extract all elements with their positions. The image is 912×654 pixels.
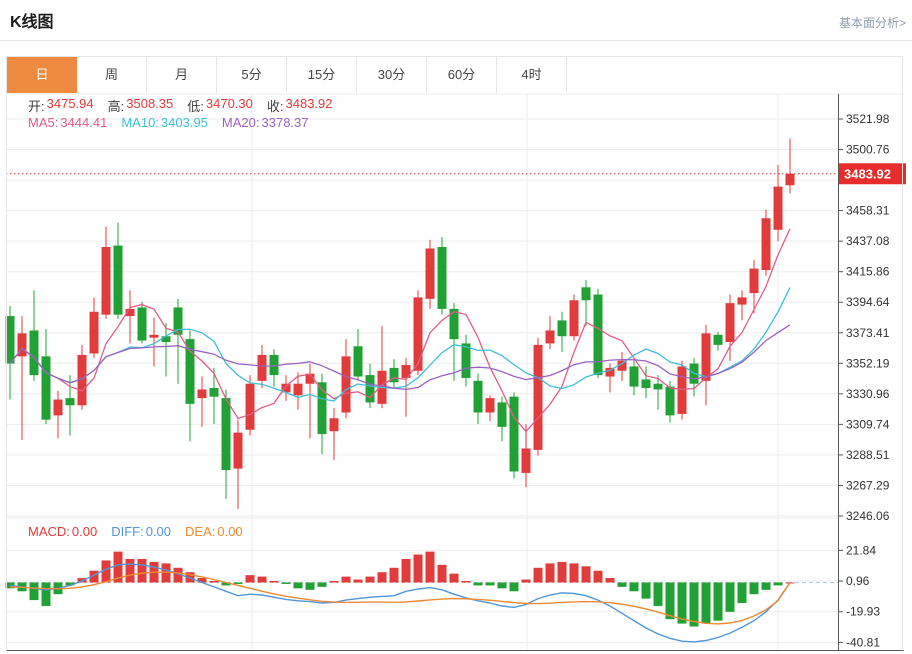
tab-30分[interactable]: 30分	[357, 57, 427, 93]
svg-text:3500.76: 3500.76	[846, 143, 890, 157]
tab-月[interactable]: 月	[147, 57, 217, 93]
svg-text:3309.74: 3309.74	[846, 417, 890, 431]
tab-日[interactable]: 日	[7, 57, 77, 93]
tab-60分[interactable]: 60分	[427, 57, 497, 93]
current-price-tag: 3483.92	[839, 163, 906, 184]
svg-text:3437.08: 3437.08	[846, 234, 890, 248]
svg-text:3288.51: 3288.51	[846, 448, 890, 462]
ma20-line	[10, 325, 790, 390]
svg-text:-40.81: -40.81	[846, 635, 880, 649]
ma10-line	[10, 288, 790, 401]
svg-text:-19.93: -19.93	[846, 605, 880, 619]
svg-text:3246.06: 3246.06	[846, 509, 890, 523]
svg-text:3458.31: 3458.31	[846, 204, 890, 218]
svg-text:3394.64: 3394.64	[846, 295, 890, 309]
tab-5分[interactable]: 5分	[217, 57, 287, 93]
svg-text:3267.29: 3267.29	[846, 478, 890, 492]
svg-text:3483.92: 3483.92	[844, 166, 891, 181]
svg-text:3330.96: 3330.96	[846, 387, 890, 401]
svg-text:3352.19: 3352.19	[846, 356, 890, 370]
svg-text:21.84: 21.84	[846, 543, 876, 557]
tab-4时[interactable]: 4时	[497, 57, 567, 93]
svg-text:0.96: 0.96	[846, 574, 870, 588]
candles-layer	[6, 139, 795, 509]
chart-canvas[interactable]: 3521.983500.763479.533458.313437.083415.…	[0, 0, 912, 654]
interval-tabbar: 日周月5分15分30分60分4时	[7, 57, 567, 93]
svg-text:3373.41: 3373.41	[846, 326, 890, 340]
tab-周[interactable]: 周	[77, 57, 147, 93]
macd-histogram	[6, 552, 795, 627]
tab-15分[interactable]: 15分	[287, 57, 357, 93]
svg-text:3521.98: 3521.98	[846, 112, 890, 126]
svg-text:3415.86: 3415.86	[846, 265, 890, 279]
